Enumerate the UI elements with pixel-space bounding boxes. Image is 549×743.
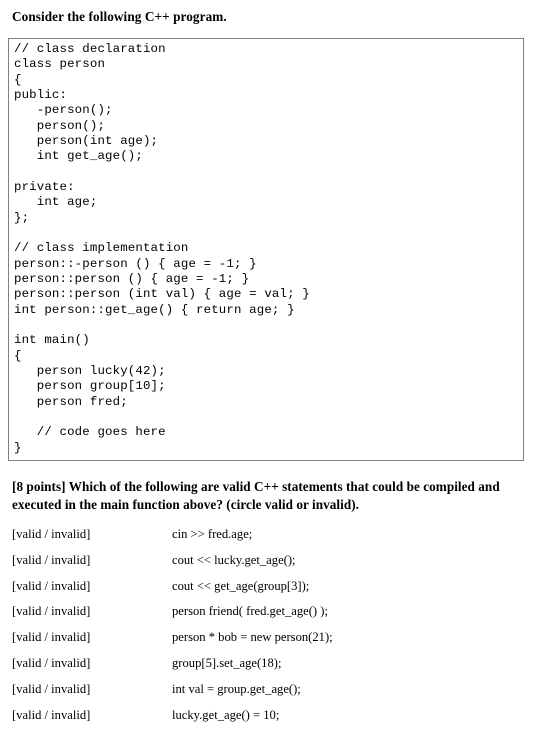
statement-text: group[5].set_age(18); [172, 655, 282, 670]
statement-text: cin >> fred.age; [172, 527, 253, 541]
statement-text: person friend( fred.get_age() ); [172, 604, 328, 619]
choice-valid-invalid[interactable]: [valid / invalid] [12, 656, 90, 671]
choice-valid-invalid[interactable]: [valid / invalid] [12, 682, 90, 697]
choice-valid-invalid[interactable]: [valid / invalid] [12, 579, 90, 594]
list-item: [valid / invalid] lucky.get_age() = 10; [0, 708, 549, 734]
list-item: [valid / invalid] person * bob = new per… [0, 630, 549, 656]
statement-text: cout << lucky.get_age(); [172, 552, 296, 567]
list-item: [valid / invalid] person friend( fred.ge… [0, 604, 549, 630]
list-item: [valid / invalid] cout << get_age(group[… [0, 579, 549, 605]
statement-text: cout << get_age(group[3]); [172, 578, 310, 593]
code-listing-text: // class declaration class person { publ… [14, 42, 310, 455]
list-item: [valid / invalid] group[5].set_age(18); [0, 656, 549, 682]
choice-valid-invalid[interactable]: [valid / invalid] [12, 553, 90, 568]
exam-page: Consider the following C++ program. // c… [0, 0, 549, 743]
answer-list: [valid / invalid] cin >> fred.age; [vali… [0, 527, 549, 733]
choice-valid-invalid[interactable]: [valid / invalid] [12, 708, 90, 723]
statement-text: int val = group.get_age(); [172, 681, 301, 696]
code-listing-box: // class declaration class person { publ… [8, 38, 524, 461]
choice-valid-invalid[interactable]: [valid / invalid] [12, 630, 90, 645]
choice-valid-invalid[interactable]: [valid / invalid] [12, 604, 90, 619]
list-item: [valid / invalid] cout << lucky.get_age(… [0, 553, 549, 579]
question-prompt: [8 points] Which of the following are va… [12, 479, 500, 512]
statement-text: person * bob = new person(21); [172, 630, 333, 645]
list-item: [valid / invalid] int val = group.get_ag… [0, 682, 549, 708]
statement-text: lucky.get_age() = 10; [172, 707, 280, 722]
intro-heading: Consider the following C++ program. [12, 9, 227, 24]
choice-valid-invalid[interactable]: [valid / invalid] [12, 527, 90, 542]
list-item: [valid / invalid] cin >> fred.age; [0, 527, 549, 553]
